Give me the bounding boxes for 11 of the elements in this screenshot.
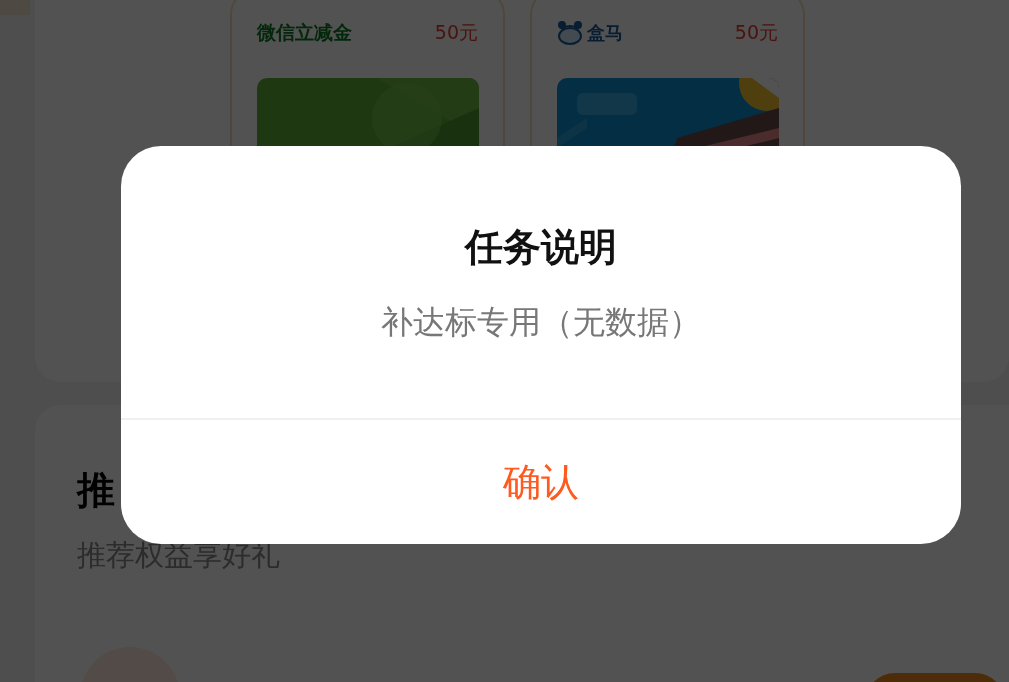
section-title: 推 <box>77 467 115 514</box>
coupon-card[interactable]: 微信立减金 50元 <box>230 0 505 146</box>
coupon-card[interactable]: 盒马 50元 <box>530 0 805 146</box>
confirm-button[interactable]: 确认 <box>121 420 961 544</box>
hippo-icon <box>557 21 583 45</box>
dialog-message: 补达标专用（无数据） <box>381 302 701 343</box>
coupon-title: 微信立减金 <box>257 20 352 45</box>
coupon-amount: 50元 <box>434 20 478 45</box>
brand-name: 盒马 <box>587 21 623 45</box>
coupon-amount: 50元 <box>734 20 778 45</box>
dialog-title: 任务说明 <box>465 224 617 271</box>
